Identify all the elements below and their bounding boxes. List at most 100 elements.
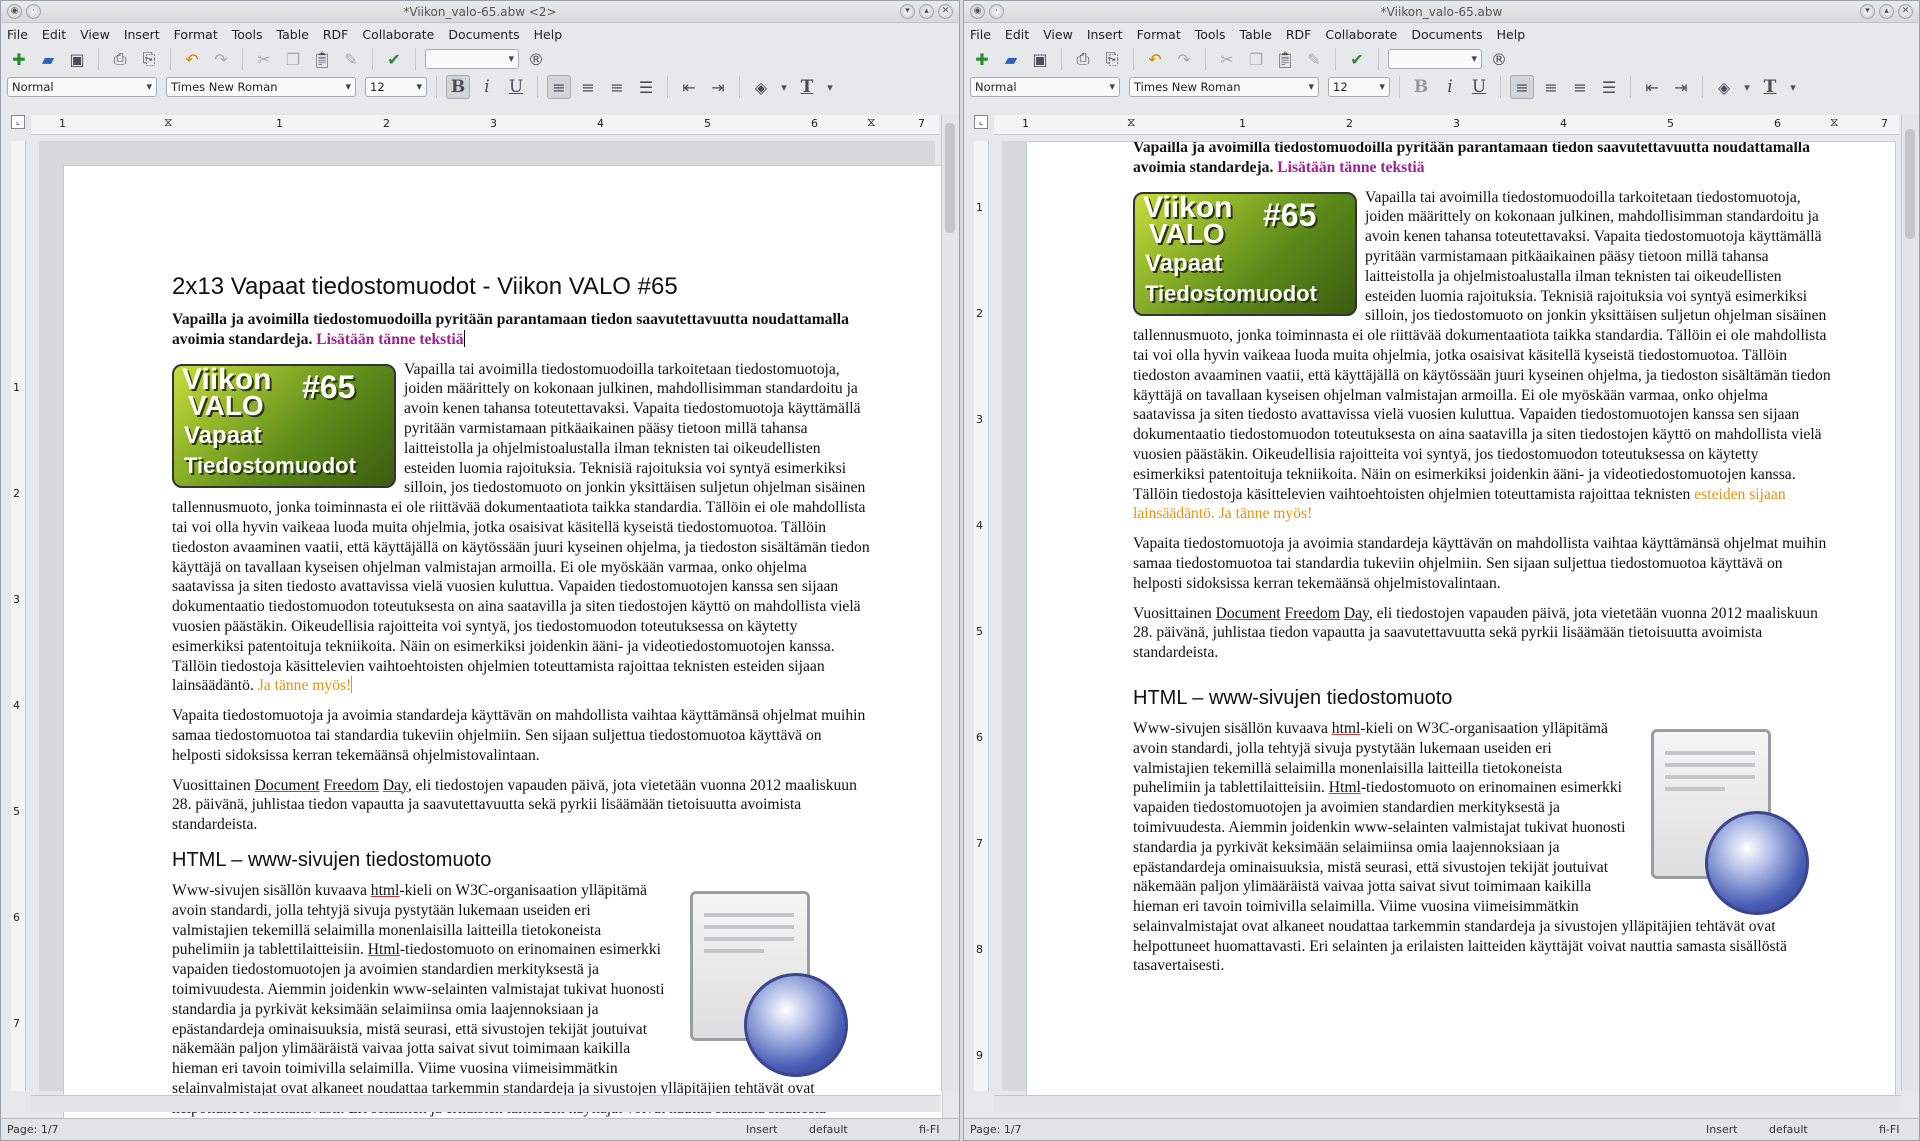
paste-icon[interactable]: 📋︎ [1273, 47, 1297, 71]
text-color-icon[interactable]: T [1758, 75, 1782, 99]
copy-icon[interactable]: ❐ [281, 47, 305, 71]
document-body[interactable]: 2x13 Vapaat tiedostomuodot - Viikon VALO… [172, 272, 872, 1120]
viikon-valo-logo[interactable]: Viikon VALO #65 Vapaat Tiedostomuodot [1133, 191, 1357, 316]
menu-file[interactable]: File [7, 27, 28, 42]
menu-format[interactable]: Format [174, 27, 218, 42]
close-icon[interactable]: ✕ [1898, 4, 1913, 19]
html-document-icon[interactable] [682, 890, 852, 1077]
menu-help[interactable]: Help [1497, 27, 1526, 42]
text-color-icon[interactable]: T [795, 75, 819, 99]
decrease-indent-icon[interactable]: ⇤ [677, 75, 701, 99]
menu-collaborate[interactable]: Collaborate [362, 27, 434, 42]
menu-tools[interactable]: Tools [232, 27, 263, 42]
right-margin-marker-icon[interactable]: ⧖ [867, 115, 875, 130]
style-combo[interactable]: Normal [7, 77, 157, 97]
print-preview-icon[interactable]: ⎘ [137, 47, 161, 71]
menu-documents[interactable]: Documents [448, 27, 519, 42]
open-folder-icon[interactable]: ▰ [36, 47, 60, 71]
menu-table[interactable]: Table [277, 27, 309, 42]
document-body[interactable]: Vapailla ja avoimilla tiedostomuodoilla … [1133, 142, 1833, 986]
save-icon[interactable]: ▣ [65, 47, 89, 71]
italic-icon[interactable]: i [475, 75, 499, 99]
left-margin-marker-icon[interactable]: ⧖ [1127, 115, 1135, 130]
chevron-down-icon[interactable]: ▾ [778, 75, 790, 99]
menu-insert[interactable]: Insert [1087, 27, 1123, 42]
highlight-color-icon[interactable]: ◈ [1712, 75, 1736, 99]
bold-icon[interactable]: B [446, 75, 470, 99]
menu-view[interactable]: View [1043, 27, 1073, 42]
vertical-scrollbar[interactable] [941, 115, 959, 1091]
document-page[interactable]: Vapailla ja avoimilla tiedostomuodoilla … [1026, 141, 1896, 1097]
vertical-ruler[interactable]: 1 2 3 4 5 6 7 [11, 141, 26, 1091]
window-menu-icon[interactable]: ◉ [7, 4, 22, 19]
vertical-ruler[interactable]: 1 2 3 4 5 6 7 8 9 [974, 141, 989, 1091]
align-right-icon[interactable]: ≡ [1568, 75, 1592, 99]
align-center-icon[interactable]: ≡ [576, 75, 600, 99]
chevron-down-icon[interactable]: ▾ [824, 75, 836, 99]
font-combo[interactable]: Times New Roman [1129, 77, 1319, 97]
tab-stop-icon[interactable]: ⌞ [974, 115, 988, 129]
size-combo[interactable]: 12 [1328, 77, 1390, 97]
minimize-icon[interactable]: ▾ [900, 4, 915, 19]
print-icon[interactable]: ⎙ [1071, 47, 1095, 71]
undo-icon[interactable]: ↶ [180, 47, 204, 71]
highlight-color-icon[interactable]: ◈ [749, 75, 773, 99]
chevron-down-icon[interactable]: ▾ [1787, 75, 1799, 99]
menu-table[interactable]: Table [1240, 27, 1272, 42]
title-bar[interactable]: ◉ · *Viikon_valo-65.abw <2> ▾ ▴ ✕ [1, 1, 959, 23]
right-margin-marker-icon[interactable]: ⧖ [1830, 115, 1838, 130]
bold-icon[interactable]: B [1409, 75, 1433, 99]
align-justify-icon[interactable]: ☰ [634, 75, 658, 99]
horizontal-ruler[interactable]: 1 1 2 3 4 5 6 7 ⧖ ⧖ [31, 115, 939, 135]
align-left-icon[interactable]: ≡ [1510, 75, 1534, 99]
cut-icon[interactable]: ✂ [1215, 47, 1239, 71]
menu-help[interactable]: Help [534, 27, 563, 42]
zoom-combo[interactable] [425, 49, 519, 69]
align-center-icon[interactable]: ≡ [1539, 75, 1563, 99]
chevron-down-icon[interactable]: ▾ [1741, 75, 1753, 99]
new-document-icon[interactable]: ✚ [970, 47, 994, 71]
copy-icon[interactable]: ❐ [1244, 47, 1268, 71]
font-combo[interactable]: Times New Roman [166, 77, 356, 97]
size-combo[interactable]: 12 [365, 77, 427, 97]
align-right-icon[interactable]: ≡ [605, 75, 629, 99]
style-combo[interactable]: Normal [970, 77, 1120, 97]
new-document-icon[interactable]: ✚ [7, 47, 31, 71]
redo-icon[interactable]: ↷ [209, 47, 233, 71]
horizontal-ruler[interactable]: 1 1 2 3 4 5 6 7 ⧖ ⧖ [994, 115, 1899, 135]
left-margin-marker-icon[interactable]: ⧖ [164, 115, 172, 130]
zoom-combo[interactable] [1388, 49, 1482, 69]
title-bar[interactable]: ◉ · *Viikon_valo-65.abw ▾ ▴ ✕ [964, 1, 1919, 23]
format-painter-icon[interactable]: ✎ [339, 47, 363, 71]
viikon-valo-logo[interactable]: Viikon VALO #65 Vapaat Tiedostomuodot [172, 363, 396, 488]
decrease-indent-icon[interactable]: ⇤ [1640, 75, 1664, 99]
minimize-icon[interactable]: ▾ [1860, 4, 1875, 19]
html-document-icon[interactable] [1643, 728, 1813, 915]
vertical-scrollbar[interactable] [1901, 115, 1919, 1091]
pin-icon[interactable]: · [26, 4, 41, 19]
resource-icon[interactable]: ® [1487, 47, 1511, 71]
menu-view[interactable]: View [80, 27, 110, 42]
menu-insert[interactable]: Insert [124, 27, 160, 42]
menu-file[interactable]: File [970, 27, 991, 42]
resource-icon[interactable]: ® [524, 47, 548, 71]
menu-format[interactable]: Format [1137, 27, 1181, 42]
menu-tools[interactable]: Tools [1195, 27, 1226, 42]
menu-edit[interactable]: Edit [42, 27, 66, 42]
print-preview-icon[interactable]: ⎘ [1100, 47, 1124, 71]
save-icon[interactable]: ▣ [1028, 47, 1052, 71]
scrollbar-thumb[interactable] [1905, 129, 1915, 239]
underline-icon[interactable]: U [1467, 75, 1491, 99]
scrollbar-thumb[interactable] [945, 123, 955, 233]
spellcheck-icon[interactable]: ✔ [1345, 47, 1369, 71]
align-left-icon[interactable]: ≡ [547, 75, 571, 99]
open-folder-icon[interactable]: ▰ [999, 47, 1023, 71]
tab-stop-icon[interactable]: ⌞ [11, 115, 25, 129]
paste-icon[interactable]: 📋︎ [310, 47, 334, 71]
align-justify-icon[interactable]: ☰ [1597, 75, 1621, 99]
menu-documents[interactable]: Documents [1411, 27, 1482, 42]
print-icon[interactable]: ⎙ [108, 47, 132, 71]
format-painter-icon[interactable]: ✎ [1302, 47, 1326, 71]
window-menu-icon[interactable]: ◉ [970, 4, 985, 19]
undo-icon[interactable]: ↶ [1143, 47, 1167, 71]
